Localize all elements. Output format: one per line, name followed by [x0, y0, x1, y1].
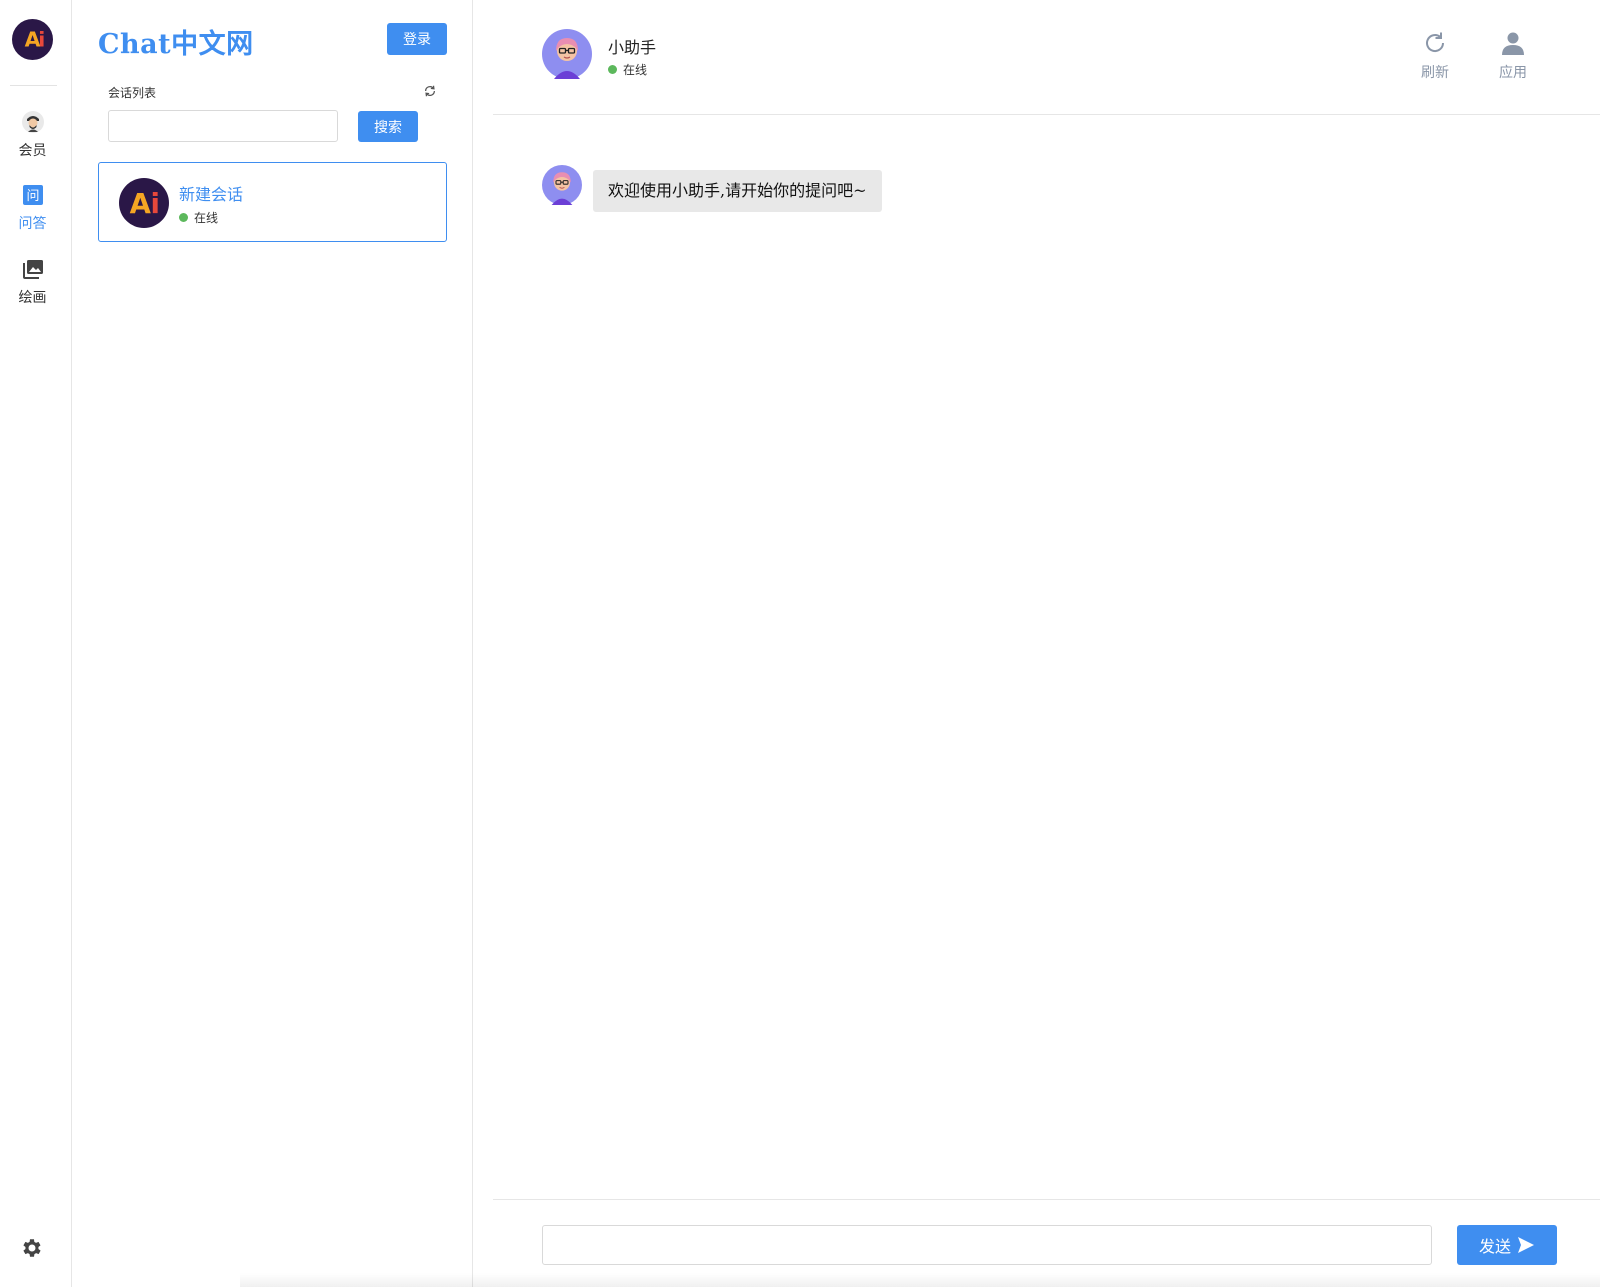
- online-dot-icon: [179, 213, 188, 222]
- assistant-avatar: [542, 29, 592, 79]
- rail-item-drawing[interactable]: 绘画: [0, 257, 65, 307]
- rail-item-member[interactable]: 会员: [0, 110, 65, 160]
- svg-text:问: 问: [26, 189, 39, 204]
- status-text: 在线: [623, 63, 648, 77]
- assistant-message: 欢迎使用小助手,请开始你的提问吧~: [593, 170, 882, 212]
- qa-icon: 问: [22, 185, 43, 205]
- user-icon: [1502, 32, 1524, 55]
- rail-item-qa[interactable]: 问 问答: [0, 183, 65, 233]
- brand-title: Chat中文网: [98, 29, 254, 60]
- conversation-list-label: 会话列表: [108, 86, 157, 100]
- refresh-icon: [1426, 32, 1445, 52]
- svg-text:i: i: [151, 188, 160, 220]
- rail-item-label: 会员: [18, 143, 47, 159]
- apps-button[interactable]: 应用: [1488, 30, 1538, 82]
- conversation-panel: Chat中文网 登录 会话列表 搜索 A i 新建会话 在线: [72, 0, 473, 1287]
- ai-logo-icon: A i: [12, 19, 53, 60]
- chat-area: 小助手 在线 刷新 应用 欢迎使用小助手,请开始你的提问吧~ 发送: [473, 0, 1600, 1287]
- left-rail: A i 会员 问 问答 绘画: [0, 0, 72, 1287]
- status-text: 在线: [194, 211, 219, 225]
- member-avatar-icon: [21, 111, 44, 133]
- send-label: 发送: [1478, 1237, 1511, 1256]
- assistant-avatar: [542, 165, 582, 205]
- conversation-status: 在线: [179, 209, 218, 226]
- svg-text:A: A: [130, 188, 152, 220]
- message-input[interactable]: [542, 1225, 1432, 1265]
- search-button[interactable]: 搜索: [358, 111, 418, 142]
- online-dot-icon: [608, 65, 617, 74]
- chat-header: 小助手 在线 刷新 应用: [493, 0, 1600, 115]
- send-button[interactable]: 发送: [1457, 1225, 1557, 1265]
- login-button[interactable]: 登录: [387, 23, 447, 55]
- assistant-name: 小助手: [608, 38, 657, 57]
- gallery-icon: [22, 260, 43, 279]
- rail-item-label: 绘画: [18, 290, 47, 306]
- svg-text:i: i: [38, 28, 45, 52]
- assistant-status: 在线: [608, 61, 647, 78]
- send-icon: [1518, 1237, 1534, 1253]
- refresh-button[interactable]: 刷新: [1410, 30, 1460, 82]
- rail-divider: [10, 85, 57, 86]
- ai-logo-icon: A i: [119, 178, 169, 228]
- conversation-item[interactable]: A i 新建会话 在线: [98, 162, 447, 242]
- apps-label: 应用: [1499, 65, 1527, 81]
- search-input[interactable]: [108, 110, 338, 142]
- conversation-name: 新建会话: [179, 185, 244, 204]
- refresh-list-icon[interactable]: [423, 84, 437, 98]
- refresh-label: 刷新: [1421, 65, 1449, 81]
- rail-item-label: 问答: [18, 216, 47, 232]
- composer-divider: [493, 1199, 1600, 1200]
- gear-icon[interactable]: [20, 1236, 44, 1260]
